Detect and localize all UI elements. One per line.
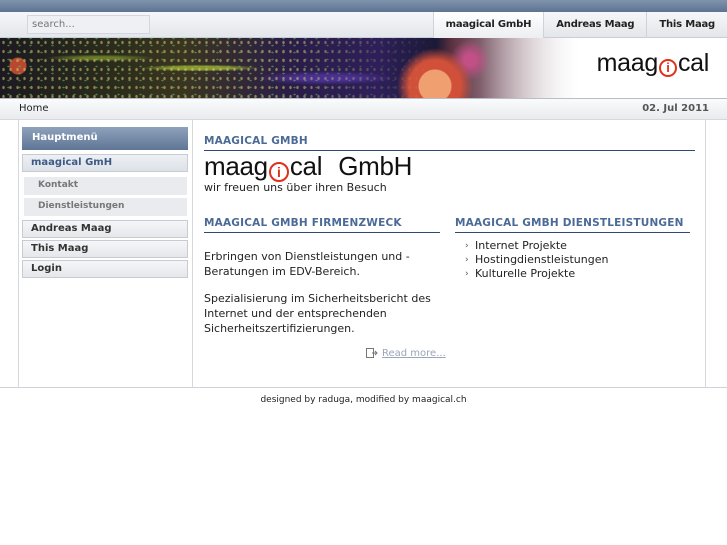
brand-text-part2: cal [289,151,323,181]
services-list: › Internet Projekte › Hostingdienstleistun… [465,239,608,281]
search-input[interactable] [27,15,150,34]
read-more-link[interactable]: Read more... [366,348,446,359]
breadcrumb: Home 02. Jul 2011 [0,98,727,120]
service-label: Internet Projekte [475,239,567,252]
read-more-icon [366,348,378,358]
brand-heading: maag i cal GmbH [204,151,412,182]
purpose-paragraph-2: Spezialisierung im Sicherheitsbericht de… [204,292,431,335]
logo-text-part2: cal [677,49,709,77]
logo-text-part1: maag [596,49,659,77]
top-color-bar [0,0,727,12]
sidebar-item-login[interactable]: Login [22,260,188,278]
topnav-item-this-maag[interactable]: This Maag [646,12,727,38]
purpose-paragraph-1: Erbringen von Dienstleistungen und - Ber… [204,250,410,278]
service-label: Hostingdienstleistungen [475,253,609,266]
topnav-item-andreas-maag[interactable]: Andreas Maag [543,12,646,38]
section-title-dienstleistungen: MAAGICAL GMBH DIENSTLEISTUNGEN [455,217,690,233]
bullet-arrow-icon: › [465,255,469,265]
sidebar-subitem-kontakt[interactable]: Kontakt [24,177,187,195]
main-menu-header: Hauptmenü [22,127,188,150]
welcome-text: wir freuen uns über ihren Besuch [204,181,387,194]
site-logo[interactable]: maag i cal [597,49,709,78]
section-title-maagical-gmbh: MAAGICAL GMBH [204,135,695,151]
service-label: Kulturelle Projekte [475,267,576,280]
topnav-item-maagical-gmbh[interactable]: maagical GmbH [432,12,544,38]
brand-text-suffix: GmbH [338,151,413,181]
footer-divider [0,387,727,388]
bullet-arrow-icon: › [465,241,469,251]
section-title-firmenzweck: MAAGICAL GMBH FIRMENZWECK [204,217,440,233]
banner-fade [480,38,590,98]
sidebar-item-maagical-gmbh[interactable]: maagical GmH [22,154,188,172]
breadcrumb-home-link[interactable]: Home [19,103,49,114]
top-nav-menu: maagical GmbH Andreas Maag This Maag [432,12,727,38]
list-item: › Kulturelle Projekte [465,267,608,281]
read-more-label: Read more... [382,348,446,359]
sidebar: Hauptmenü maagical GmH Kontakt Dienstlei… [19,120,193,387]
list-item: › Internet Projekte [465,239,608,253]
sidebar-item-this-maag[interactable]: This Maag [22,240,188,258]
top-navigation-bar: maagical GmbH Andreas Maag This Maag [0,12,727,38]
sidebar-item-andreas-maag[interactable]: Andreas Maag [22,220,188,238]
brand-text-part1: maag [204,151,268,181]
current-date: 02. Jul 2011 [642,103,709,114]
brand-info-i-icon: i [268,162,289,182]
footer-credits: designed by raduga, modified by maagical… [260,395,467,405]
sidebar-subitem-dienstleistungen[interactable]: Dienstleistungen [24,198,187,216]
list-item: › Hostingdienstleistungen [465,253,608,267]
info-i-icon: i [658,59,677,77]
bullet-arrow-icon: › [465,269,469,279]
